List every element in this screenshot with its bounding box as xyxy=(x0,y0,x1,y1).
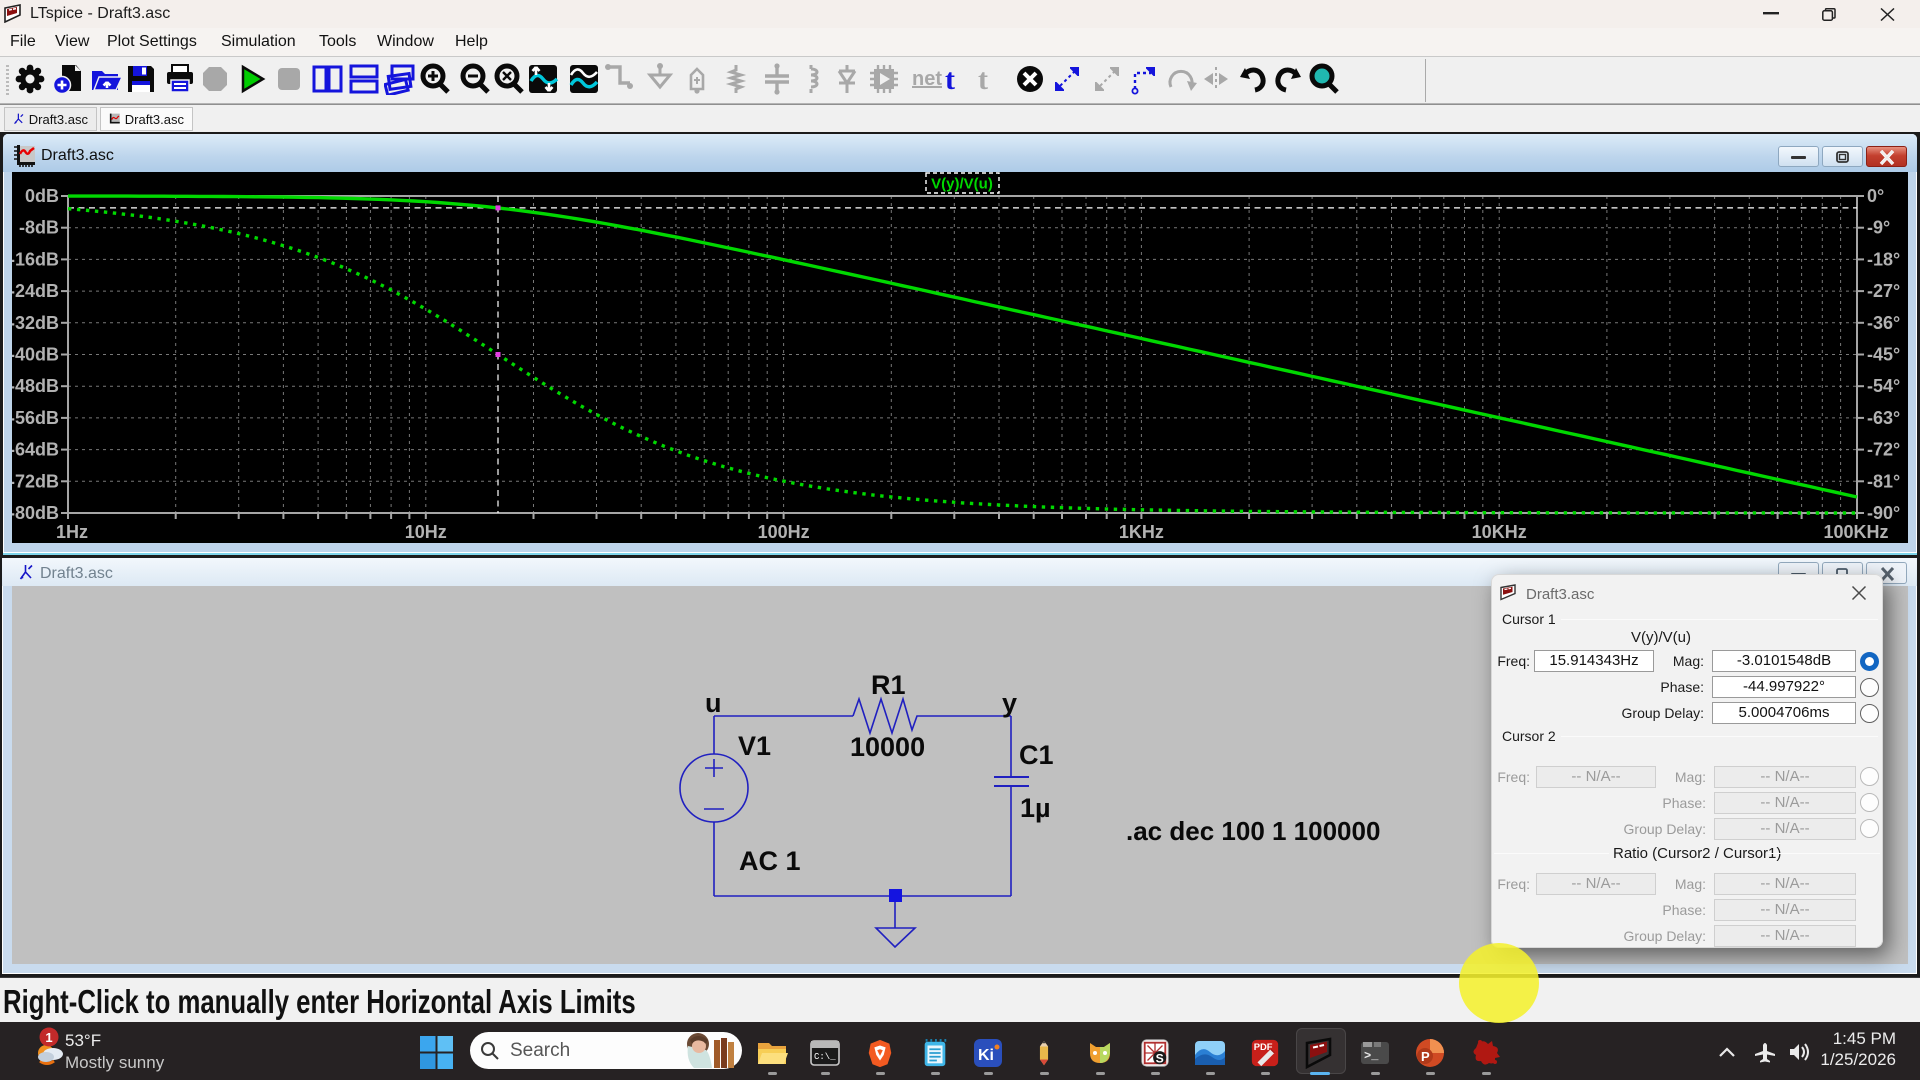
svg-text:0dB: 0dB xyxy=(25,186,59,206)
svg-text:-48dB: -48dB xyxy=(12,376,59,396)
svg-text:10000: 10000 xyxy=(850,732,925,762)
svg-text:C1: C1 xyxy=(1019,740,1054,770)
svg-text:P: P xyxy=(1421,1049,1430,1064)
svg-text:C:\_: C:\_ xyxy=(814,1052,836,1062)
svg-text:1Hz: 1Hz xyxy=(56,522,88,542)
svg-text:100Hz: 100Hz xyxy=(758,522,810,542)
svg-text:-56dB: -56dB xyxy=(12,408,59,428)
svg-text:V1: V1 xyxy=(738,731,771,761)
svg-text:R1: R1 xyxy=(871,670,906,700)
svg-text:t: t xyxy=(945,63,955,95)
svg-text:-9°: -9° xyxy=(1867,218,1890,238)
svg-text:-8dB: -8dB xyxy=(19,218,59,238)
svg-text:1µ: 1µ xyxy=(1020,793,1051,823)
svg-text:-63°: -63° xyxy=(1867,408,1900,428)
svg-text:-18°: -18° xyxy=(1867,249,1900,269)
svg-text:-24dB: -24dB xyxy=(12,281,59,301)
svg-text:10Hz: 10Hz xyxy=(405,522,447,542)
svg-text:S: S xyxy=(1156,1051,1164,1065)
svg-text:.ac dec 100 1 100000: .ac dec 100 1 100000 xyxy=(1126,816,1380,846)
svg-text:-40dB: -40dB xyxy=(12,345,59,365)
svg-text:>_: >_ xyxy=(1364,1049,1379,1063)
svg-text:1KHz: 1KHz xyxy=(1119,522,1164,542)
svg-text:100KHz: 100KHz xyxy=(1823,522,1888,542)
svg-text:-72°: -72° xyxy=(1867,440,1900,460)
svg-text:AC 1: AC 1 xyxy=(739,846,801,876)
svg-text:-27°: -27° xyxy=(1867,281,1900,301)
svg-text:-54°: -54° xyxy=(1867,376,1900,396)
svg-text:V(y)/V(u): V(y)/V(u) xyxy=(931,176,993,193)
svg-text:-36°: -36° xyxy=(1867,313,1900,333)
svg-text:-32dB: -32dB xyxy=(12,313,59,333)
svg-text:1: 1 xyxy=(45,1030,52,1045)
svg-text:-90°: -90° xyxy=(1867,503,1900,523)
svg-text:-72dB: -72dB xyxy=(12,471,59,491)
svg-text:-16dB: -16dB xyxy=(12,249,59,269)
svg-text:-64dB: -64dB xyxy=(12,440,59,460)
svg-text:-80dB: -80dB xyxy=(12,503,59,523)
svg-text:-45°: -45° xyxy=(1867,345,1900,365)
svg-text:u: u xyxy=(705,688,722,718)
svg-text:net: net xyxy=(912,68,942,90)
svg-text:Ki: Ki xyxy=(978,1047,994,1064)
svg-text:0°: 0° xyxy=(1867,186,1884,206)
svg-text:10KHz: 10KHz xyxy=(1472,522,1527,542)
svg-text:y: y xyxy=(1002,688,1017,718)
svg-text:t: t xyxy=(978,63,988,95)
svg-text:-81°: -81° xyxy=(1867,471,1900,491)
